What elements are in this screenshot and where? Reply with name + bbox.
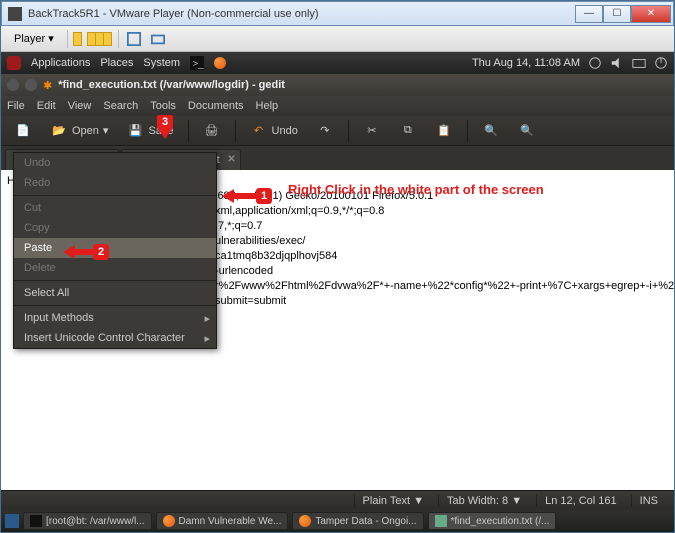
context-copy: Copy [14,218,216,238]
task-item[interactable]: Damn Vulnerable We... [156,512,289,530]
annotation-1-text: Right Click in the white part of the scr… [288,182,544,197]
firefox-icon [299,515,311,527]
volume-icon[interactable] [610,56,624,70]
backtrack-logo-icon[interactable] [7,56,21,70]
context-redo: Redo [14,173,216,193]
power-icon[interactable] [654,56,668,70]
menu-view[interactable]: View [68,100,92,112]
maximize-button[interactable]: ☐ [603,5,631,23]
panel-menu-places[interactable]: Places [100,57,133,69]
context-select-all[interactable]: Select All [14,283,216,303]
close-button[interactable]: ✕ [631,5,671,23]
window-minimize-icon[interactable] [25,79,37,91]
redo-button[interactable]: ↷ [309,118,341,144]
context-undo: Undo [14,153,216,173]
context-cut: Cut [14,198,216,218]
vmware-titlebar: BackTrack5R1 - VMware Player (Non-commer… [1,1,674,26]
vmware-title: BackTrack5R1 - VMware Player (Non-commer… [28,8,319,20]
menu-documents[interactable]: Documents [188,100,244,112]
task-item[interactable]: *find_execution.txt (/... [428,512,557,530]
gnome-top-panel: Applications Places System >_ Thu Aug 14… [1,52,674,74]
show-desktop-icon[interactable] [5,514,19,528]
status-tabwidth[interactable]: Tab Width: 8 ▼ [438,495,530,507]
status-cursor: Ln 12, Col 161 [536,495,625,507]
status-mode: INS [631,495,666,507]
cut-button[interactable]: ✂ [356,118,388,144]
open-button[interactable]: 📂Open ▾ [43,118,115,144]
svg-text:>_: >_ [193,59,204,70]
vm-view-single-icon[interactable] [74,32,82,46]
menu-search[interactable]: Search [103,100,138,112]
context-delete: Delete [14,258,216,278]
annotation-2: 2 [63,244,109,260]
gedit-titlebar[interactable]: ✱ *find_execution.txt (/var/www/logdir) … [1,74,674,96]
menu-edit[interactable]: Edit [37,100,56,112]
minimize-button[interactable]: — [575,5,603,23]
context-menu: UndoRedo CutCopyPasteDelete Select All Inpu… [13,152,217,349]
gedit-menubar: File Edit View Search Tools Documents He… [1,96,674,116]
network-icon[interactable] [588,56,602,70]
task-label: [root@bt: /var/www/l... [46,516,145,527]
status-language[interactable]: Plain Text ▼ [354,495,432,507]
context-paste[interactable]: Paste [14,238,216,258]
window-menu-icon[interactable] [7,79,19,91]
context-input-methods[interactable]: Input Methods▸ [14,308,216,328]
gedit-title-text: *find_execution.txt (/var/www/logdir) - … [58,79,285,91]
menu-help[interactable]: Help [256,100,279,112]
fullscreen-icon[interactable] [125,30,143,48]
undo-button[interactable]: ↶Undo [243,118,305,144]
paste-button[interactable]: 📋 [428,118,460,144]
gedit-icon [435,515,447,527]
task-item[interactable]: Tamper Data - Ongoi... [292,512,423,530]
menu-tools[interactable]: Tools [150,100,176,112]
new-button[interactable]: 📄 [7,118,39,144]
panel-clock[interactable]: Thu Aug 14, 11:08 AM [472,57,580,69]
firefox-launcher-icon[interactable] [214,57,226,69]
gedit-toolbar: 📄 📂Open ▾ 💾Save 🖨 ↶Undo ↷ ✂ ⧉ 📋 🔍 🔍 [1,116,674,146]
task-item[interactable]: [root@bt: /var/www/l... [23,512,152,530]
menu-file[interactable]: File [7,100,25,112]
mail-icon[interactable] [632,56,646,70]
vmware-app-icon [8,7,22,21]
annotation-1: 1 [222,188,272,204]
gnome-taskbar: [root@bt: /var/www/l... Damn Vulnerable W… [1,510,674,532]
unity-icon[interactable] [149,30,167,48]
task-label: *find_execution.txt (/... [451,516,550,527]
task-label: Tamper Data - Ongoi... [315,516,416,527]
panel-menu-applications[interactable]: Applications [31,57,90,69]
firefox-icon [163,515,175,527]
find-button[interactable]: 🔍 [475,118,507,144]
gedit-statusbar: Plain Text ▼ Tab Width: 8 ▼ Ln 12, Col 1… [1,490,674,510]
annotation-3: 3 [157,115,173,139]
context-insert-unicode-control-character[interactable]: Insert Unicode Control Character▸ [14,328,216,348]
vm-view-multi-icon[interactable] [88,32,112,46]
vmware-toolbar: Player ▾ [1,26,674,52]
tab-close-icon[interactable]: ✕ [227,154,235,165]
terminal-icon [30,515,42,527]
task-label: Damn Vulnerable We... [179,516,282,527]
terminal-launcher-icon[interactable]: >_ [190,56,204,70]
player-menu[interactable]: Player ▾ [7,29,61,48]
replace-button[interactable]: 🔍 [511,118,543,144]
print-button[interactable]: 🖨 [196,118,228,144]
copy-button[interactable]: ⧉ [392,118,424,144]
panel-menu-system[interactable]: System [143,57,180,69]
